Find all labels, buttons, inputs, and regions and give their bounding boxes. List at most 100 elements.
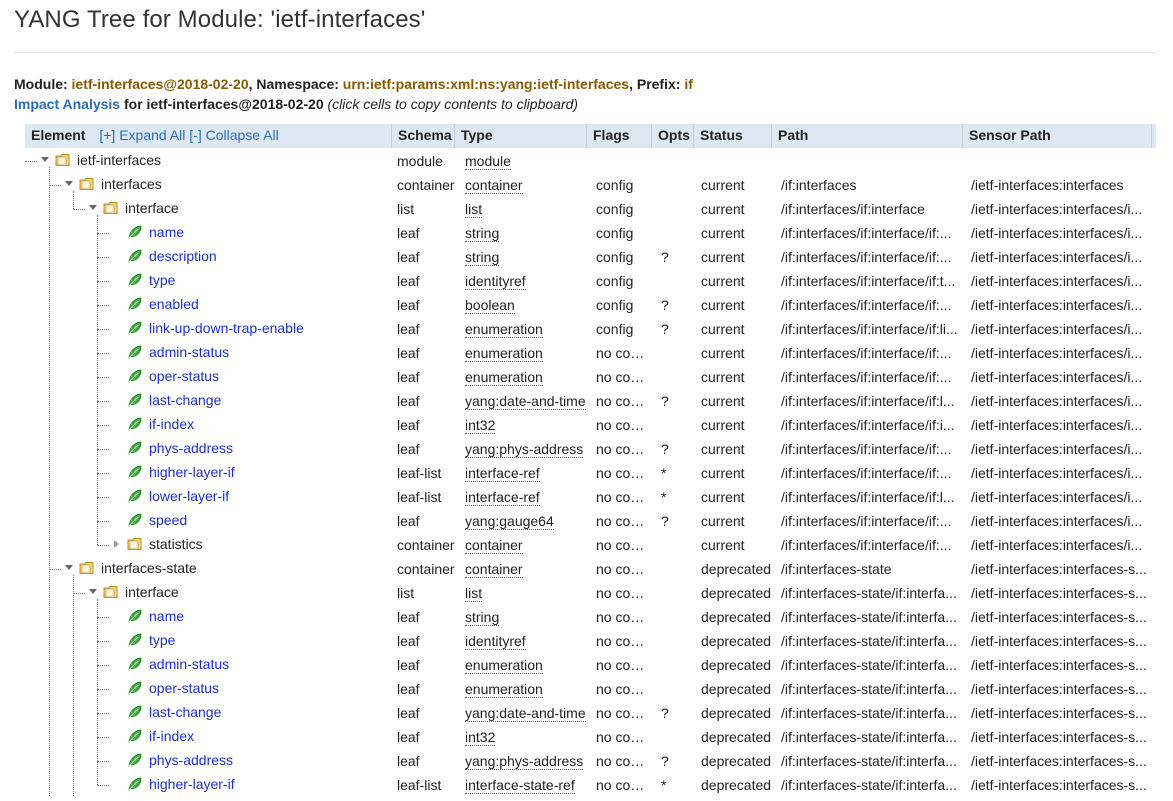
flags-cell[interactable]: no config	[590, 652, 652, 676]
flags-cell[interactable]: no config	[590, 436, 652, 460]
status-cell[interactable]: deprecated	[695, 772, 777, 796]
table-row[interactable]: admin-status leaf enumeration no config depr…	[25, 652, 1156, 676]
status-cell[interactable]: current	[695, 364, 777, 388]
status-cell[interactable]: deprecated	[695, 724, 777, 748]
element-name[interactable]: admin-status	[149, 339, 229, 365]
table-row[interactable]: if-index leaf int32 no config deprecated/if:…	[25, 724, 1156, 748]
status-cell[interactable]: current	[695, 316, 777, 340]
opts-cell[interactable]	[655, 652, 695, 676]
element-name[interactable]: statistics	[149, 531, 203, 557]
flags-cell[interactable]	[590, 148, 652, 172]
sensor-path-cell[interactable]: /ietf-interfaces:interfaces/i...	[965, 340, 1153, 364]
flags-cell[interactable]: no config	[590, 604, 652, 628]
status-cell[interactable]: current	[695, 436, 777, 460]
path-cell[interactable]: /if:interfaces/if:interface/if:...	[775, 364, 965, 388]
element-name[interactable]: interface	[125, 579, 179, 605]
opts-cell[interactable]	[655, 556, 695, 580]
opts-cell[interactable]	[655, 196, 695, 220]
schema-cell[interactable]: list	[391, 196, 459, 220]
status-cell[interactable]: current	[695, 244, 777, 268]
element-name[interactable]: higher-layer-if	[149, 771, 235, 797]
status-cell[interactable]: deprecated	[695, 676, 777, 700]
type-cell[interactable]: module	[459, 148, 586, 172]
flags-cell[interactable]: no config	[590, 532, 652, 556]
schema-cell[interactable]: leaf	[391, 412, 459, 436]
element-name[interactable]: if-index	[149, 723, 194, 749]
opts-cell[interactable]: *	[655, 460, 695, 484]
table-row[interactable]: interfaces-state container container no con…	[25, 556, 1156, 580]
path-cell[interactable]: /if:interfaces/if:interface	[775, 196, 965, 220]
element-name[interactable]: interfaces-state	[101, 555, 197, 581]
path-cell[interactable]: /if:interfaces-state/if:interfa...	[775, 724, 965, 748]
schema-cell[interactable]: leaf	[391, 244, 459, 268]
table-row[interactable]: interface list list config current/if:interf…	[25, 196, 1156, 220]
element-name[interactable]: ietf-interfaces	[77, 147, 161, 173]
prefix-value[interactable]: if	[684, 76, 693, 92]
sensor-path-cell[interactable]: /ietf-interfaces:interfaces-s...	[965, 748, 1153, 772]
collapse-toggle-icon[interactable]	[63, 178, 75, 190]
element-name[interactable]: name	[149, 219, 184, 245]
type-cell[interactable]: enumeration	[459, 340, 586, 364]
schema-cell[interactable]: leaf	[391, 292, 459, 316]
opts-cell[interactable]	[655, 676, 695, 700]
table-row[interactable]: link-up-down-trap-enable leaf enumeration c…	[25, 316, 1156, 340]
schema-cell[interactable]: container	[391, 172, 459, 196]
table-row[interactable]: name leaf string no config deprecated/if:int…	[25, 604, 1156, 628]
element-name[interactable]: interface	[125, 195, 179, 221]
status-cell[interactable]: deprecated	[695, 556, 777, 580]
table-row[interactable]: interfaces container container config curren…	[25, 172, 1156, 196]
type-link[interactable]: module	[465, 153, 511, 170]
path-cell[interactable]: /if:interfaces-state/if:interfa...	[775, 604, 965, 628]
sensor-path-cell[interactable]: /ietf-interfaces:interfaces/i...	[965, 244, 1153, 268]
type-link[interactable]: string	[465, 609, 500, 626]
flags-cell[interactable]: config	[590, 220, 652, 244]
sensor-path-cell[interactable]: /ietf-interfaces:interfaces-s...	[965, 676, 1153, 700]
element-name[interactable]: type	[149, 627, 175, 653]
element-name[interactable]: speed	[149, 507, 187, 533]
path-cell[interactable]	[775, 148, 965, 172]
type-link[interactable]: yang:gauge64	[465, 513, 554, 530]
status-cell[interactable]: current	[695, 196, 777, 220]
type-cell[interactable]: string	[459, 220, 586, 244]
element-name[interactable]: last-change	[149, 387, 221, 413]
path-cell[interactable]: /if:interfaces-state	[775, 556, 965, 580]
sensor-path-cell[interactable]: /ietf-interfaces:interfaces/i...	[965, 460, 1153, 484]
element-name[interactable]: if-index	[149, 411, 194, 437]
header-flags[interactable]: Flags	[586, 124, 651, 148]
opts-cell[interactable]	[655, 412, 695, 436]
path-cell[interactable]: /if:interfaces-state/if:interfa...	[775, 628, 965, 652]
path-cell[interactable]: /if:interfaces/if:interface/if:...	[775, 532, 965, 556]
opts-cell[interactable]	[655, 148, 695, 172]
type-link[interactable]: boolean	[465, 297, 515, 314]
expand-all-link[interactable]: [+] Expand All	[99, 127, 185, 143]
schema-cell[interactable]: leaf-list	[391, 772, 459, 796]
sensor-path-cell[interactable]: /ietf-interfaces:interfaces	[965, 172, 1153, 196]
path-cell[interactable]: /if:interfaces/if:interface/if:...	[775, 508, 965, 532]
schema-cell[interactable]: leaf	[391, 508, 459, 532]
table-row[interactable]: interface list list no config deprecated/if:…	[25, 580, 1156, 604]
element-name[interactable]: description	[149, 243, 217, 269]
status-cell[interactable]: current	[695, 412, 777, 436]
type-cell[interactable]: list	[459, 196, 586, 220]
sensor-path-cell[interactable]: /ietf-interfaces:interfaces-s...	[965, 700, 1153, 724]
type-link[interactable]: container	[465, 537, 523, 554]
module-value[interactable]: ietf-interfaces@2018-02-20	[72, 76, 249, 92]
sensor-path-cell[interactable]	[965, 148, 1153, 172]
table-row[interactable]: last-change leaf yang:date-and-time no conf…	[25, 700, 1156, 724]
schema-cell[interactable]: leaf	[391, 652, 459, 676]
sensor-path-cell[interactable]: /ietf-interfaces:interfaces-s...	[965, 724, 1153, 748]
type-link[interactable]: string	[465, 225, 500, 242]
flags-cell[interactable]: config	[590, 196, 652, 220]
opts-cell[interactable]: *	[655, 484, 695, 508]
status-cell[interactable]: deprecated	[695, 628, 777, 652]
sensor-path-cell[interactable]: /ietf-interfaces:interfaces/i...	[965, 364, 1153, 388]
type-link[interactable]: int32	[465, 417, 496, 434]
sensor-path-cell[interactable]: /ietf-interfaces:interfaces/i...	[965, 484, 1153, 508]
opts-cell[interactable]	[655, 220, 695, 244]
namespace-value[interactable]: urn:ietf:params:xml:ns:yang:ietf-interfa…	[343, 76, 629, 92]
element-name[interactable]: enabled	[149, 291, 199, 317]
schema-cell[interactable]: leaf	[391, 748, 459, 772]
sensor-path-cell[interactable]: /ietf-interfaces:interfaces/i...	[965, 412, 1153, 436]
flags-cell[interactable]: no config	[590, 628, 652, 652]
element-name[interactable]: higher-layer-if	[149, 459, 235, 485]
